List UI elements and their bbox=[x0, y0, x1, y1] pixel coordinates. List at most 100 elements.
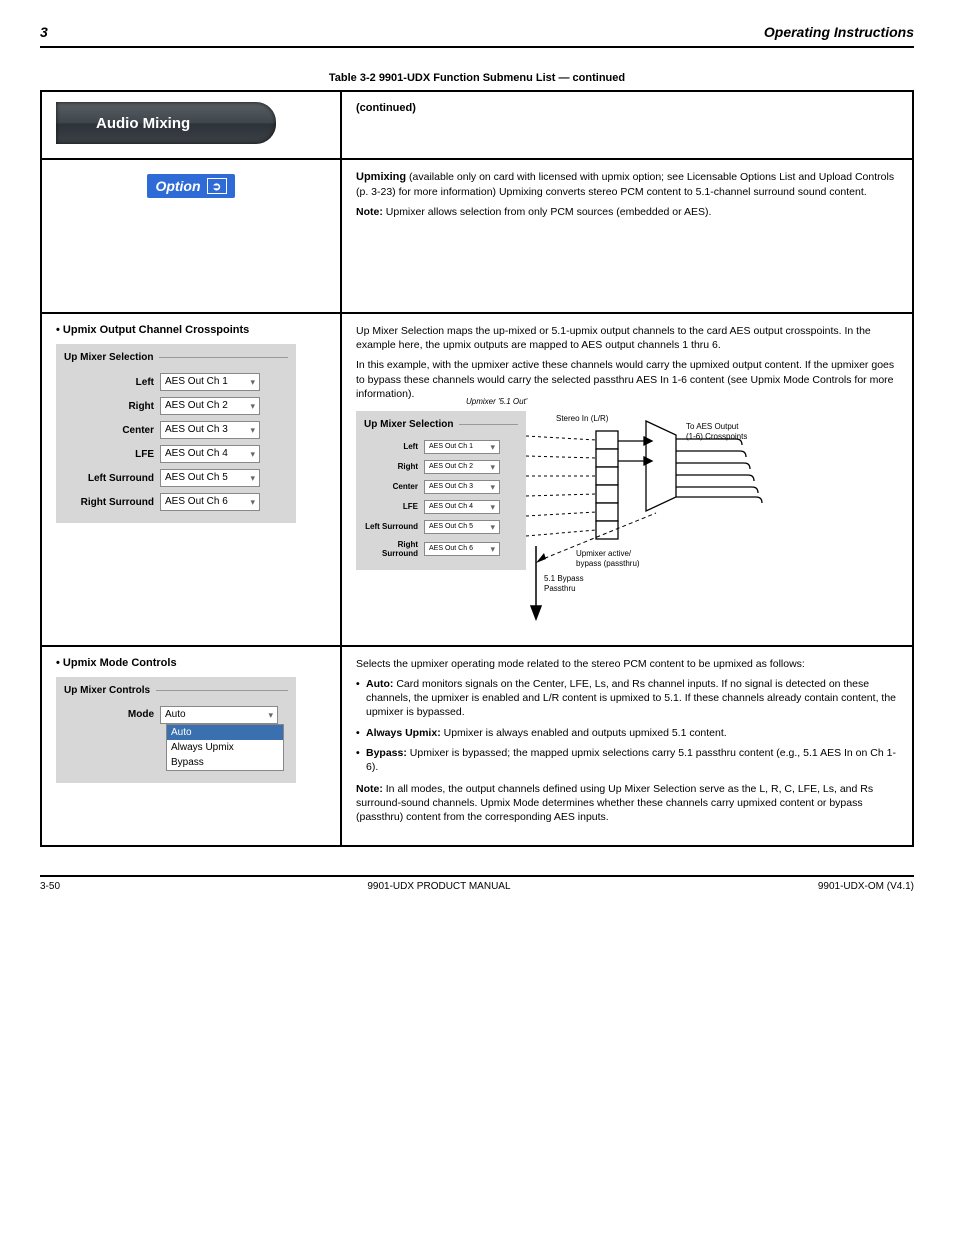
mode-label: Mode bbox=[64, 709, 160, 720]
mode-option-always[interactable]: Always Upmix bbox=[167, 740, 283, 755]
chevron-down-icon: ▾ bbox=[490, 543, 495, 555]
header-rule bbox=[40, 46, 914, 48]
footer-page: 3-50 bbox=[40, 881, 60, 892]
mode-note: In all modes, the output channels define… bbox=[356, 783, 873, 823]
mini-dd-left-val: AES Out Ch 1 bbox=[429, 441, 473, 453]
mode-option-auto[interactable]: Auto bbox=[167, 725, 283, 740]
chevron-down-icon: ▾ bbox=[490, 461, 495, 473]
option-label: Option bbox=[155, 178, 200, 194]
audio-mixing-banner: Audio Mixing bbox=[56, 102, 276, 144]
option-arrow-icon: ➲ bbox=[207, 178, 227, 194]
mini-lbl-right: Right bbox=[364, 462, 424, 471]
dd-right[interactable]: AES Out Ch 2 ▾ bbox=[160, 397, 260, 415]
lbl-right: Right bbox=[64, 401, 160, 412]
page-footer: 3-50 9901-UDX PRODUCT MANUAL 9901-UDX-OM… bbox=[40, 875, 914, 892]
upmixer-selection-panel: Up Mixer Selection Left AES Out Ch 1▾ Ri… bbox=[56, 344, 296, 523]
footer-title: 9901-UDX PRODUCT MANUAL bbox=[367, 881, 510, 892]
chapter-title: Operating Instructions bbox=[764, 24, 914, 40]
audio-mixing-label: Audio Mixing bbox=[96, 115, 190, 132]
function-table: Audio Mixing (continued) Option ➲ Upmixi… bbox=[40, 90, 914, 847]
chevron-down-icon: ▾ bbox=[250, 422, 255, 438]
mini-dd-left[interactable]: AES Out Ch 1 ▾ bbox=[424, 440, 500, 454]
upmix-mode-right: Selects the upmixer operating mode relat… bbox=[341, 646, 913, 846]
mode-options-list[interactable]: Auto Always Upmix Bypass bbox=[166, 724, 284, 771]
mode-dropdown[interactable]: Auto ▾ bbox=[160, 706, 278, 724]
chevron-down-icon: ▾ bbox=[490, 441, 495, 453]
panel-legend: Up Mixer Selection bbox=[64, 352, 153, 363]
footer-doc: 9901-UDX-OM (V4.1) bbox=[818, 881, 914, 892]
chevron-down-icon: ▾ bbox=[250, 398, 255, 414]
banner-continued: (continued) bbox=[356, 102, 416, 114]
upmix-output-heading: • Upmix Output Channel Crosspoints bbox=[56, 324, 326, 336]
mini-dd-rs[interactable]: AES Out Ch 6 ▾ bbox=[424, 542, 500, 556]
diag-upmixer-state: Upmixer active/ bbox=[576, 549, 632, 558]
chevron-down-icon: ▾ bbox=[490, 521, 495, 533]
mode-desc-intro: Selects the upmixer operating mode relat… bbox=[356, 657, 898, 671]
mini-dd-center[interactable]: AES Out Ch 3 ▾ bbox=[424, 480, 500, 494]
diag-bypass: 5.1 Bypass bbox=[544, 574, 584, 583]
upmix-mode-left: • Upmix Mode Controls Up Mixer Controls … bbox=[41, 646, 341, 846]
dd-ls[interactable]: AES Out Ch 5 ▾ bbox=[160, 469, 260, 487]
lbl-rs: Right Surround bbox=[64, 497, 160, 508]
chevron-down-icon: ▾ bbox=[250, 446, 255, 462]
dd-ls-value: AES Out Ch 5 bbox=[165, 470, 228, 486]
dd-left[interactable]: AES Out Ch 1 ▾ bbox=[160, 373, 260, 391]
lbl-lfe: LFE bbox=[64, 449, 160, 460]
diag-stereo-in: Stereo In (L/R) bbox=[556, 414, 609, 423]
diag-upmixer-label: Upmixer '5.1 Out' bbox=[466, 397, 546, 406]
dd-lfe[interactable]: AES Out Ch 4▾ bbox=[160, 445, 260, 463]
dd-rs-value: AES Out Ch 6 bbox=[165, 494, 228, 510]
upmixing-desc: (available only on card with licensed wi… bbox=[356, 171, 894, 198]
mini-dd-right-val: AES Out Ch 2 bbox=[429, 461, 473, 473]
diag-passthru: Passthru bbox=[544, 584, 576, 593]
b-auto: Auto: bbox=[366, 678, 393, 690]
mini-dd-ls-val: AES Out Ch 5 bbox=[429, 521, 473, 533]
option-left-cell: Option ➲ bbox=[41, 159, 341, 313]
diag-to-aes: To AES Output bbox=[686, 422, 739, 431]
mini-dd-lfe-val: AES Out Ch 4 bbox=[429, 501, 473, 513]
mini-lbl-center: Center bbox=[364, 482, 424, 491]
mini-dd-center-val: AES Out Ch 3 bbox=[429, 481, 473, 493]
mini-lbl-lfe: LFE bbox=[364, 502, 424, 511]
mini-dd-right[interactable]: AES Out Ch 2 ▾ bbox=[424, 460, 500, 474]
upmix-selection-right: Up Mixer Selection maps the up-mixed or … bbox=[341, 313, 913, 646]
mode-value: Auto bbox=[165, 707, 186, 723]
mode-legend: Up Mixer Controls bbox=[64, 685, 150, 696]
diag-upmixer-state2: bypass (passthru) bbox=[576, 559, 640, 568]
mode-option-bypass[interactable]: Bypass bbox=[167, 755, 283, 770]
upmixing-row-title: Upmixing bbox=[356, 171, 406, 183]
dd-center[interactable]: AES Out Ch 3▾ bbox=[160, 421, 260, 439]
chevron-down-icon: ▾ bbox=[490, 481, 495, 493]
t-always: Upmixer is always enabled and outputs up… bbox=[441, 727, 727, 739]
dd-rs[interactable]: AES Out Ch 6▾ bbox=[160, 493, 260, 511]
option-right-cell: Upmixing (available only on card with li… bbox=[341, 159, 913, 313]
dd-right-value: AES Out Ch 2 bbox=[165, 398, 228, 414]
mini-dd-lfe[interactable]: AES Out Ch 4▾ bbox=[424, 500, 500, 514]
b-always: Always Upmix: bbox=[366, 727, 441, 739]
mini-dd-ls[interactable]: AES Out Ch 5 ▾ bbox=[424, 520, 500, 534]
mini-dd-rs-val: AES Out Ch 6 bbox=[429, 543, 473, 555]
b-bypass: Bypass: bbox=[366, 747, 407, 759]
upmix-mode-heading: • Upmix Mode Controls bbox=[56, 657, 326, 669]
banner-desc-cell: (continued) bbox=[341, 91, 913, 159]
upmixer-controls-panel: Up Mixer Controls Mode Auto ▾ Auto Alway… bbox=[56, 677, 296, 783]
chevron-down-icon: ▾ bbox=[250, 374, 255, 390]
t-auto: Card monitors signals on the Center, LFE… bbox=[366, 678, 896, 718]
t-bypass: Upmixer is bypassed; the mapped upmix se… bbox=[366, 747, 896, 773]
upmix-note-label: Note: bbox=[356, 206, 383, 218]
dd-left-value: AES Out Ch 1 bbox=[165, 374, 228, 390]
lbl-center: Center bbox=[64, 425, 160, 436]
chapter-number: 3 bbox=[40, 24, 48, 40]
upmix-desc-p1: Up Mixer Selection maps the up-mixed or … bbox=[356, 324, 898, 352]
mini-lbl-rs: Right Surround bbox=[364, 540, 424, 558]
table-caption: Table 3-2 9901-UDX Function Submenu List… bbox=[40, 72, 914, 84]
mini-legend: Up Mixer Selection bbox=[364, 419, 453, 430]
upmix-desc-p2: In this example, with the upmixer active… bbox=[356, 358, 898, 401]
upmix-note: Upmixer allows selection from only PCM s… bbox=[386, 206, 712, 218]
diag-to-aes-2: (1-6) Crosspoints bbox=[686, 432, 747, 441]
chevron-down-icon: ▾ bbox=[268, 707, 273, 723]
mode-note-label: Note: bbox=[356, 783, 383, 795]
routing-diagram: Stereo In (L/R) To AES Output (1-6) Cros… bbox=[526, 411, 796, 631]
chevron-down-icon: ▾ bbox=[250, 470, 255, 486]
upmix-selection-left: • Upmix Output Channel Crosspoints Up Mi… bbox=[41, 313, 341, 646]
